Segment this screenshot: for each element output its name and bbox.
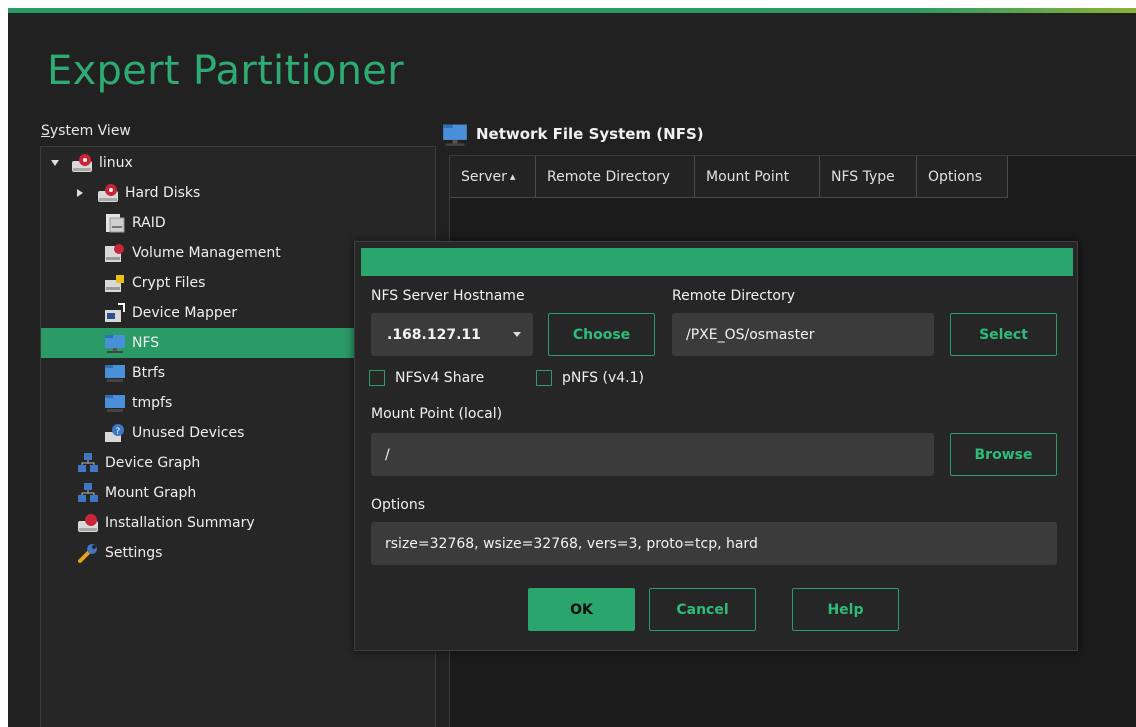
tree-item-label: NFS — [132, 335, 160, 351]
browse-button[interactable]: Browse — [950, 433, 1057, 476]
column-header-nfs-type[interactable]: NFS Type — [820, 156, 917, 198]
tree-item-label: Hard Disks — [125, 185, 201, 201]
window-accent-bar — [8, 8, 1136, 13]
unused-devices-icon: ? — [105, 424, 124, 442]
options-input[interactable]: rsize=32768, wsize=32768, vers=3, proto=… — [371, 522, 1057, 565]
device-mapper-icon — [105, 303, 125, 322]
column-header-options[interactable]: Options — [917, 156, 1008, 198]
tree-item-label: RAID — [132, 215, 166, 231]
column-header-server[interactable]: Server ▴ — [450, 156, 536, 198]
mount-point-input[interactable]: / — [371, 433, 934, 476]
hard-drive-icon — [78, 514, 98, 532]
tree-item-hard-disks[interactable]: Hard Disks — [77, 178, 200, 208]
column-header-label: Mount Point — [706, 168, 790, 185]
column-header-label: Options — [928, 168, 983, 185]
app-window: Expert Partitioner System View linux Har… — [8, 8, 1136, 727]
mount-point-value: / — [385, 446, 390, 463]
pnfs-checkbox[interactable]: pNFS (v4.1) — [536, 370, 644, 386]
tree-item-device-mapper[interactable]: Device Mapper — [104, 298, 237, 328]
hostname-label: NFS Server Hostname — [371, 288, 525, 304]
graph-icon — [78, 483, 98, 502]
pnfs-label: pNFS (v4.1) — [562, 370, 644, 386]
tree-item-volume-management[interactable]: Volume Management — [104, 238, 281, 268]
raid-icon — [106, 214, 125, 233]
options-value: rsize=32768, wsize=32768, vers=3, proto=… — [385, 535, 758, 552]
hard-drive-icon — [98, 184, 118, 202]
tree-item-label: Btrfs — [132, 365, 166, 381]
svg-text:?: ? — [116, 427, 121, 437]
tree-item-tmpfs[interactable]: tmpfs — [104, 388, 172, 418]
hard-drive-icon — [105, 244, 124, 262]
checkbox-box[interactable] — [536, 370, 552, 386]
network-folder-icon — [443, 124, 467, 146]
help-button[interactable]: Help — [792, 588, 899, 631]
tree-item-nfs[interactable]: NFS — [41, 328, 371, 358]
folder-icon — [105, 365, 125, 382]
tree-item-label: Settings — [105, 545, 163, 561]
cancel-button[interactable]: Cancel — [649, 588, 756, 631]
collapse-arrow-icon[interactable] — [77, 189, 83, 197]
tree-item-label: Device Mapper — [132, 305, 238, 321]
system-view-label-rest: ystem View — [49, 123, 131, 139]
nfs-share-dialog: NFS Server Hostname .168.127.11 Choose R… — [354, 241, 1078, 651]
remote-directory-label: Remote Directory — [672, 288, 795, 304]
nfs-panel-header: Network File System (NFS) — [442, 120, 704, 148]
mount-point-label: Mount Point (local) — [371, 406, 503, 422]
crypt-file-icon — [105, 275, 124, 292]
options-label: Options — [371, 497, 426, 513]
column-header-label: Server — [461, 168, 507, 185]
tree-item-label: linux — [99, 155, 133, 171]
select-button[interactable]: Select — [950, 313, 1057, 356]
graph-icon — [78, 453, 98, 472]
ok-button[interactable]: OK — [528, 588, 635, 631]
tree-item-label: Crypt Files — [132, 275, 206, 291]
column-header-remote-directory[interactable]: Remote Directory — [536, 156, 695, 198]
column-header-mount-point[interactable]: Mount Point — [695, 156, 820, 198]
table-header: Server ▴ Remote Directory Mount Point NFS… — [450, 156, 1008, 198]
tree-item-label: Installation Summary — [105, 515, 255, 531]
wrench-icon — [78, 544, 97, 563]
nfsv4-share-checkbox[interactable]: NFSv4 Share — [369, 370, 484, 386]
choose-button[interactable]: Choose — [548, 313, 655, 356]
tree-item-installation-summary[interactable]: Installation Summary — [77, 508, 255, 538]
tree-item-label: Volume Management — [132, 245, 281, 261]
dialog-title-bar — [361, 248, 1073, 276]
tree-item-settings[interactable]: Settings — [77, 538, 162, 568]
network-folder-icon — [105, 335, 125, 353]
tree-item-crypt-files[interactable]: Crypt Files — [104, 268, 205, 298]
remote-directory-value: /PXE_OS/osmaster — [686, 326, 815, 343]
tree-item-unused-devices[interactable]: ? Unused Devices — [104, 418, 244, 448]
tree-item-linux[interactable]: linux — [51, 148, 133, 178]
tree-item-device-graph[interactable]: Device Graph — [77, 448, 200, 478]
hostname-value: .168.127.11 — [387, 326, 481, 343]
system-view-label: System View — [41, 123, 131, 139]
tree-item-mount-graph[interactable]: Mount Graph — [77, 478, 196, 508]
nfsv4-share-label: NFSv4 Share — [395, 370, 485, 386]
hostname-combobox[interactable]: .168.127.11 — [371, 313, 533, 356]
nfs-panel-title: Network File System (NFS) — [476, 125, 704, 143]
tree-item-btrfs[interactable]: Btrfs — [104, 358, 165, 388]
hard-drive-icon — [72, 154, 92, 172]
sort-ascending-icon: ▴ — [509, 170, 516, 183]
expand-arrow-icon[interactable] — [51, 160, 59, 166]
page-title: Expert Partitioner — [47, 48, 404, 94]
folder-icon — [105, 395, 125, 412]
column-header-label: NFS Type — [831, 168, 895, 185]
tree-item-label: Unused Devices — [132, 425, 245, 441]
column-header-label: Remote Directory — [547, 168, 670, 185]
tree-item-raid[interactable]: RAID — [104, 208, 166, 238]
remote-directory-input[interactable]: /PXE_OS/osmaster — [672, 313, 934, 356]
tree-item-label: tmpfs — [132, 395, 173, 411]
chevron-down-icon — [513, 332, 521, 337]
system-view-label-mnemonic: S — [41, 123, 50, 139]
tree-item-label: Device Graph — [105, 455, 201, 471]
checkbox-box[interactable] — [369, 370, 385, 386]
tree-item-label: Mount Graph — [105, 485, 197, 501]
